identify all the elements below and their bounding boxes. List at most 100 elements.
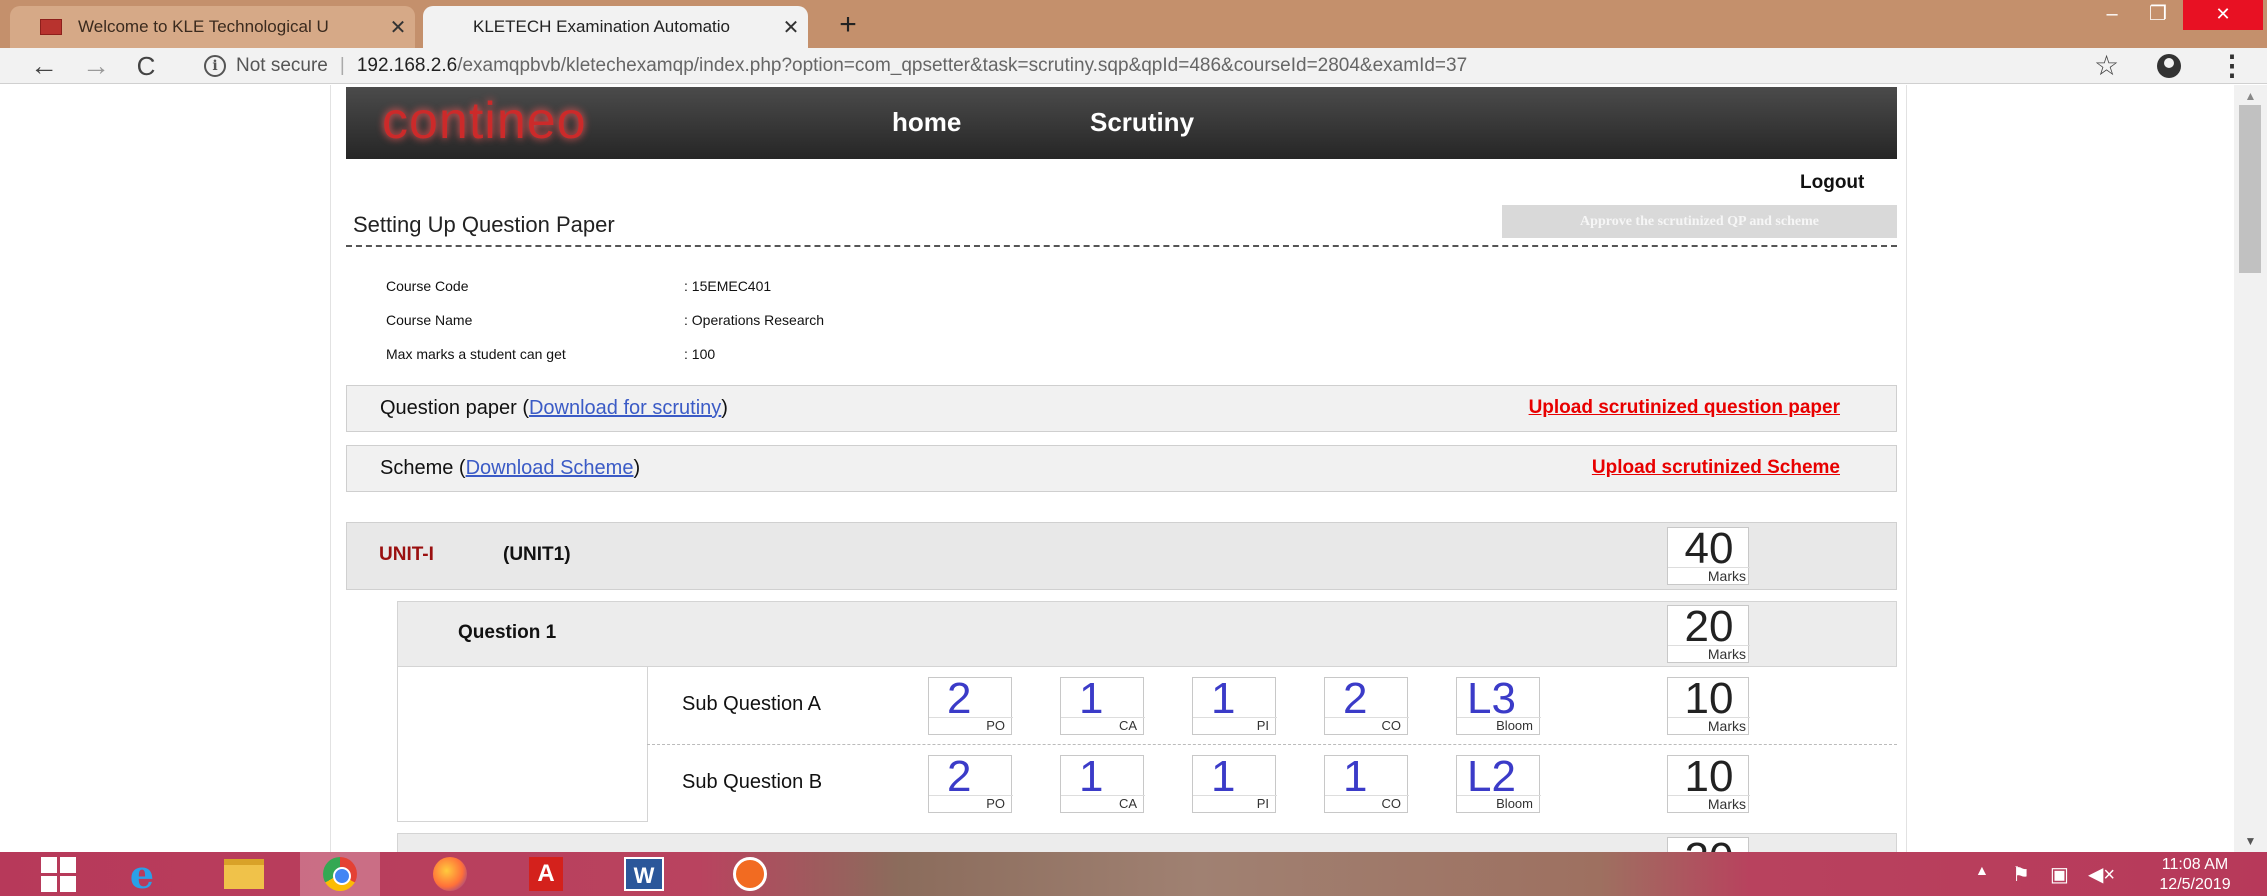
browser-menu-icon[interactable]: ⋮ xyxy=(2218,48,2246,84)
question-header: Question 1 20 Marks xyxy=(397,601,1897,667)
question-marks-box: 20 Marks xyxy=(1667,602,1750,663)
next-question-header: 20 xyxy=(397,833,1897,852)
page-scrollbar[interactable]: ▲ ▼ xyxy=(2234,85,2267,852)
new-tab-button[interactable]: + xyxy=(828,8,868,42)
clock-date[interactable]: 12/5/2019 xyxy=(2150,876,2240,894)
unit-marks-box: 40 Marks xyxy=(1667,524,1750,585)
acrobat-taskbar-button[interactable]: A xyxy=(506,852,586,896)
nav-scrutiny-link[interactable]: Scrutiny xyxy=(1090,107,1194,138)
pi-tag: 1 PI xyxy=(1192,674,1277,735)
po-caption: PO xyxy=(929,717,1013,735)
file-explorer-icon[interactable] xyxy=(204,852,284,896)
paren-close: ) xyxy=(633,457,641,479)
page-title: Setting Up Question Paper xyxy=(353,212,615,237)
download-for-scrutiny-link[interactable]: Download for scrutiny xyxy=(529,397,721,419)
url-host: 192.168.2.6 xyxy=(356,55,458,76)
tab-close-icon[interactable]: ✕ xyxy=(774,15,808,40)
sub-marks-caption: Marks xyxy=(1668,717,1750,735)
windows-logo-icon xyxy=(40,856,76,892)
chrome-taskbar-button[interactable] xyxy=(300,852,380,896)
network-icon[interactable]: ▣ xyxy=(2050,862,2069,887)
sub-question-label: Sub Question A xyxy=(682,693,821,715)
bloom-tag: L3 Bloom xyxy=(1456,674,1541,735)
unit-marks-caption: Marks xyxy=(1668,567,1750,585)
next-question-marks-box: 20 xyxy=(1667,834,1749,852)
po-tag: 2 PO xyxy=(928,752,1013,813)
acrobat-icon: A xyxy=(529,857,563,891)
download-scheme-link[interactable]: Download Scheme xyxy=(466,457,634,479)
scroll-down-icon[interactable]: ▼ xyxy=(2234,834,2267,848)
bloom-tag: L2 Bloom xyxy=(1456,752,1541,813)
max-marks-value: : 100 xyxy=(684,346,716,362)
start-button[interactable] xyxy=(18,852,98,896)
unit-header: UNIT-I (UNIT1) 40 Marks xyxy=(346,522,1897,590)
contineo-logo[interactable]: contineo xyxy=(382,91,587,151)
unit-code: UNIT-I xyxy=(379,544,434,565)
internet-explorer-icon[interactable]: e xyxy=(102,852,182,896)
firefox-taskbar-button[interactable] xyxy=(410,852,490,896)
po-tag: 2 PO xyxy=(928,674,1013,735)
pi-caption: PI xyxy=(1193,717,1277,735)
firefox-icon xyxy=(433,857,467,891)
course-code-value: : 15EMEC401 xyxy=(684,278,772,294)
clock-time[interactable]: 11:08 AM xyxy=(2150,856,2240,874)
account-icon[interactable] xyxy=(2157,54,2181,78)
ca-tag: 1 CA xyxy=(1060,674,1145,735)
app-icon xyxy=(733,857,767,891)
forward-arrow-icon[interactable]: → xyxy=(76,48,116,84)
word-taskbar-button[interactable]: W xyxy=(604,852,684,896)
question-paper-bar: Question paper (Download for scrutiny) U… xyxy=(346,385,1897,432)
browser-tab-kle[interactable]: Welcome to KLE Technological U ✕ xyxy=(10,6,415,48)
scheme-bar: Scheme (Download Scheme) Upload scrutini… xyxy=(346,445,1897,492)
scheme-label: Scheme (Download Scheme) xyxy=(380,457,640,480)
tab-close-icon[interactable]: ✕ xyxy=(381,15,415,40)
ca-tag: 1 CA xyxy=(1060,752,1145,813)
tray-expand-icon[interactable]: ▲ xyxy=(1975,862,1989,878)
ca-caption: CA xyxy=(1061,795,1145,813)
bookmark-star-icon[interactable]: ☆ xyxy=(2094,48,2119,84)
title-divider xyxy=(346,245,1897,247)
url-path: /examqpbvb/kletechexamqp/index.php?optio… xyxy=(457,55,1468,76)
scheme-text: Scheme ( xyxy=(380,457,466,479)
question-paper-text: Question paper ( xyxy=(380,397,529,419)
approve-button[interactable]: Approve the scrutinized QP and scheme xyxy=(1502,205,1897,238)
window-maximize-button[interactable]: ❐ xyxy=(2136,0,2180,30)
upload-question-paper-link[interactable]: Upload scrutinized question paper xyxy=(1529,397,1840,419)
scrollbar-thumb[interactable] xyxy=(2239,105,2261,273)
browser-tab-bar: Welcome to KLE Technological U ✕ KLETECH… xyxy=(0,0,2267,48)
chrome-icon xyxy=(323,857,357,891)
browser-tab-kletech[interactable]: KLETECH Examination Automatio ✕ xyxy=(423,6,808,48)
bloom-caption: Bloom xyxy=(1457,717,1541,735)
po-caption: PO xyxy=(929,795,1013,813)
tab-title: Welcome to KLE Technological U xyxy=(78,17,329,36)
course-name-label: Course Name xyxy=(386,312,473,328)
ca-caption: CA xyxy=(1061,717,1145,735)
volume-muted-icon[interactable]: ◀× xyxy=(2088,862,2115,887)
sub-question-label: Sub Question B xyxy=(682,771,823,793)
page-content: contineo home Scrutiny Logout Setting Up… xyxy=(0,85,2234,852)
pi-tag: 1 PI xyxy=(1192,752,1277,813)
reload-icon[interactable]: C xyxy=(126,48,166,84)
upload-scheme-link[interactable]: Upload scrutinized Scheme xyxy=(1592,457,1840,479)
action-center-flag-icon[interactable]: ⚑ xyxy=(2012,862,2030,887)
sub-marks-box: 10 Marks xyxy=(1667,752,1750,813)
logout-link[interactable]: Logout xyxy=(1800,172,1864,194)
window-minimize-button[interactable]: – xyxy=(2090,0,2134,30)
info-icon[interactable]: i xyxy=(204,55,226,77)
site-header: contineo home Scrutiny xyxy=(346,87,1897,159)
url-input[interactable]: i Not secure | 192.168.2.6 /examqpbvb/kl… xyxy=(190,50,2070,82)
nav-home-link[interactable]: home xyxy=(892,107,961,138)
app-taskbar-button[interactable] xyxy=(710,852,790,896)
max-marks-label: Max marks a student can get xyxy=(386,346,566,362)
question-label: Question 1 xyxy=(458,622,557,643)
security-label: Not secure xyxy=(236,55,328,76)
tab-title: KLETECH Examination Automatio xyxy=(473,17,731,36)
course-code-label: Course Code xyxy=(386,278,469,294)
windows-taskbar: e A W xyxy=(0,852,2267,896)
sub-question-row: Sub Question A 2 PO 1 CA 1 PI 2 CO L3 Bl… xyxy=(647,667,1897,744)
scroll-up-icon[interactable]: ▲ xyxy=(2234,89,2267,103)
back-arrow-icon[interactable]: ← xyxy=(24,48,64,84)
site-favicon-icon xyxy=(40,19,62,35)
course-name-value: : Operations Research xyxy=(684,312,825,328)
window-close-button[interactable]: ✕ xyxy=(2183,0,2263,30)
